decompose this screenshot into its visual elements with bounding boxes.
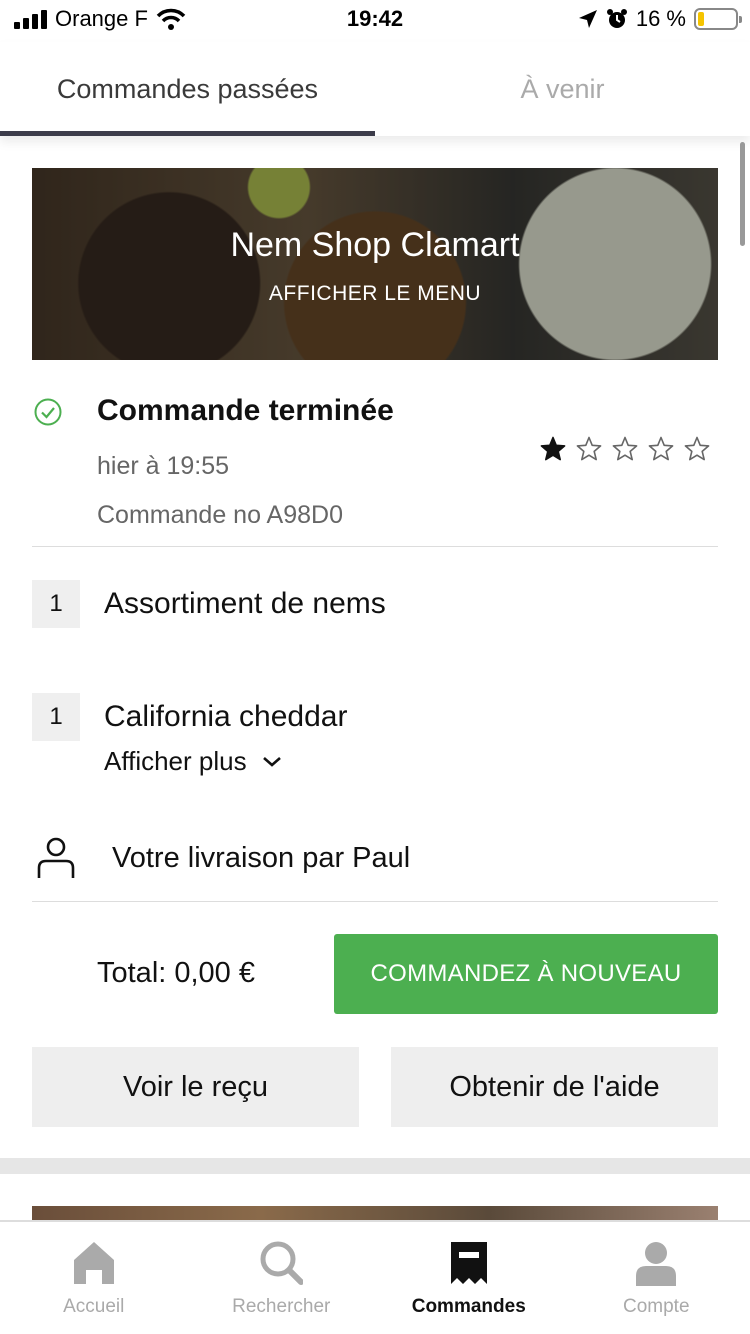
nav-item-account[interactable]: Compte bbox=[563, 1222, 750, 1334]
star-empty-icon[interactable] bbox=[612, 436, 638, 462]
battery-level bbox=[698, 12, 704, 26]
nav-label: Compte bbox=[622, 1296, 690, 1317]
person-icon bbox=[37, 837, 75, 878]
show-more-button[interactable]: Afficher plus bbox=[104, 746, 283, 777]
check-circle-icon bbox=[34, 398, 62, 426]
order-number: Commande no A98D0 bbox=[97, 501, 343, 529]
star-empty-icon[interactable] bbox=[684, 436, 710, 462]
divider bbox=[32, 901, 718, 902]
order-total: Total: 0,00 € bbox=[97, 957, 255, 989]
item-name: Assortiment de nems bbox=[104, 587, 386, 620]
search-icon bbox=[260, 1241, 304, 1285]
get-help-button[interactable]: Obtenir de l'aide bbox=[391, 1047, 718, 1127]
star-empty-icon[interactable] bbox=[576, 436, 602, 462]
view-receipt-button[interactable]: Voir le reçu bbox=[32, 1047, 359, 1127]
restaurant-name: Nem Shop Clamart bbox=[230, 226, 520, 264]
section-separator bbox=[0, 1158, 750, 1174]
order-tabs: Commandes passées À venir bbox=[0, 42, 750, 136]
nav-label: Accueil bbox=[63, 1296, 125, 1317]
item-quantity: 1 bbox=[32, 580, 80, 628]
battery-icon bbox=[694, 8, 742, 30]
tab-upcoming[interactable]: À venir bbox=[375, 42, 750, 136]
bottom-nav: Accueil Rechercher Commandes Compte bbox=[0, 1220, 750, 1334]
courier-info: Votre livraison par Paul bbox=[112, 842, 411, 874]
rating-stars[interactable] bbox=[540, 436, 710, 462]
alarm-icon bbox=[606, 9, 627, 28]
scroll-indicator bbox=[740, 142, 745, 246]
restaurant-banner[interactable]: Nem Shop Clamart AFFICHER LE MENU bbox=[32, 168, 718, 360]
nav-item-orders[interactable]: Commandes bbox=[375, 1222, 563, 1334]
location-arrow-icon bbox=[578, 10, 597, 28]
home-icon bbox=[73, 1242, 114, 1284]
status-bar: Orange F 19:42 16 % bbox=[0, 0, 750, 40]
item-name: California cheddar bbox=[104, 700, 348, 733]
status-right: 16 % bbox=[578, 6, 742, 32]
nav-item-search[interactable]: Rechercher bbox=[188, 1222, 376, 1334]
show-more-label: Afficher plus bbox=[104, 746, 247, 776]
item-quantity: 1 bbox=[32, 693, 80, 741]
battery-percent: 16 % bbox=[635, 6, 686, 31]
nav-label: Rechercher bbox=[232, 1296, 331, 1317]
chevron-down-icon bbox=[262, 756, 281, 767]
order-status: Commande terminée bbox=[97, 394, 394, 427]
account-icon bbox=[636, 1242, 677, 1286]
nav-item-home[interactable]: Accueil bbox=[0, 1222, 188, 1334]
order-time: hier à 19:55 bbox=[97, 452, 230, 480]
reorder-button[interactable]: COMMANDEZ À NOUVEAU bbox=[334, 934, 718, 1014]
divider bbox=[32, 546, 718, 547]
star-empty-icon[interactable] bbox=[648, 436, 674, 462]
show-menu-link[interactable]: AFFICHER LE MENU bbox=[32, 282, 718, 306]
nav-label: Commandes bbox=[411, 1296, 526, 1317]
receipt-icon bbox=[450, 1242, 487, 1284]
tab-past-orders[interactable]: Commandes passées bbox=[0, 42, 375, 136]
star-filled-icon[interactable] bbox=[540, 436, 566, 462]
